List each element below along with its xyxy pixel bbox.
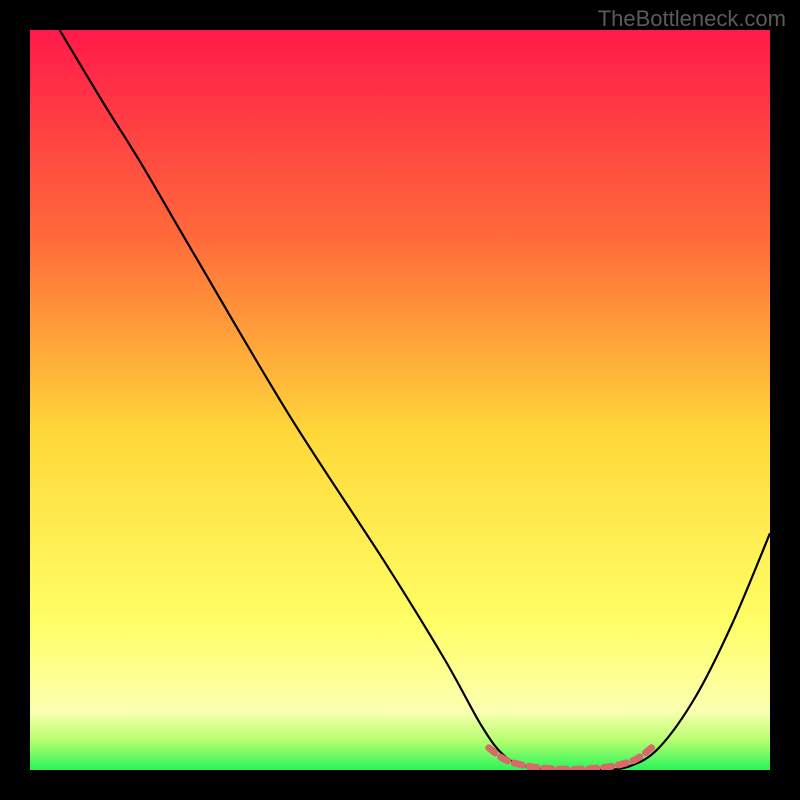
chart-background: [30, 30, 770, 770]
chart-svg: [30, 30, 770, 770]
chart-container: [30, 30, 770, 770]
watermark-text: TheBottleneck.com: [598, 6, 786, 32]
